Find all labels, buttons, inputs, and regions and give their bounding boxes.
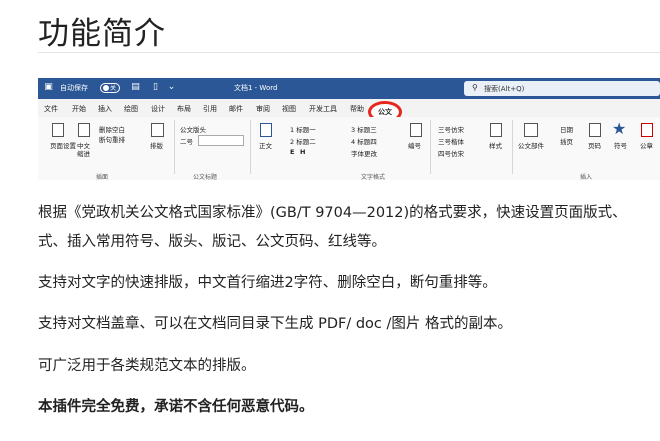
numbering-label: 编号 bbox=[408, 142, 421, 150]
font-size-select[interactable] bbox=[198, 135, 244, 146]
tab-review[interactable]: 审阅 bbox=[256, 104, 270, 114]
page-setup-label: 页面设置 bbox=[50, 142, 76, 150]
tab-developer[interactable]: 开发工具 bbox=[309, 104, 337, 114]
layout-label: 排版 bbox=[150, 142, 163, 150]
paragraph-4: 可广泛用于各类规范文本的排版。 bbox=[38, 358, 256, 374]
break-lines-button[interactable]: 断句重排 bbox=[99, 134, 125, 144]
heading1-button[interactable]: 1 标题一 bbox=[290, 124, 316, 134]
indent-label: 缩进 bbox=[77, 150, 90, 158]
page-number-label: 页码 bbox=[588, 142, 601, 150]
page-title: 功能简介 bbox=[38, 16, 166, 52]
save-icon[interactable]: ▤ bbox=[130, 82, 141, 93]
heading4-button[interactable]: 4 标题四 bbox=[351, 136, 377, 146]
chevron-down-icon[interactable]: ⌄ bbox=[166, 82, 177, 93]
doc-parts-label: 公文部件 bbox=[518, 142, 544, 150]
tab-layout[interactable]: 布局 bbox=[177, 104, 191, 114]
indent-icon[interactable] bbox=[78, 123, 90, 137]
group-insert-label: 插入 bbox=[580, 174, 593, 180]
group-divider bbox=[250, 120, 251, 174]
tab-mailings[interactable]: 邮件 bbox=[229, 104, 243, 114]
style-icon[interactable] bbox=[490, 123, 502, 137]
page-number-icon[interactable] bbox=[589, 123, 601, 137]
tab-design[interactable]: 设计 bbox=[151, 104, 165, 114]
tab-file[interactable]: 文件 bbox=[44, 104, 58, 114]
h-button[interactable]: H bbox=[300, 148, 305, 156]
tab-references[interactable]: 引用 bbox=[203, 104, 217, 114]
layout-icon[interactable] bbox=[151, 123, 164, 137]
group-divider bbox=[430, 120, 431, 174]
group-doc-label: 公文标题 bbox=[193, 174, 218, 180]
tab-view[interactable]: 视图 bbox=[282, 104, 296, 114]
e-button[interactable]: E bbox=[290, 148, 294, 156]
paragraph-1-cont: 式、插入常用符号、版头、版记、公文页码、红线等。 bbox=[38, 234, 386, 250]
heading2-button[interactable]: 2 标题二 bbox=[290, 136, 316, 146]
seal-icon[interactable] bbox=[641, 123, 653, 137]
font-fangsong-button[interactable]: 三号仿宋 bbox=[438, 124, 464, 134]
ribbon-panel: 页面设置 中文 缩进 删除空白 断句重排 排版 插面 公文版头 二号 公文标题 … bbox=[38, 117, 660, 180]
search-input[interactable]: ⚲ 搜索(Alt+Q) bbox=[464, 81, 660, 96]
group-divider bbox=[174, 120, 175, 174]
word-app-icon: ▣ bbox=[44, 82, 53, 92]
title-divider bbox=[38, 52, 660, 53]
paragraph-3: 支持对文档盖章、可以在文档同目录下生成 PDF/ doc /图片 格式的副本。 bbox=[38, 316, 513, 332]
doc-header-button[interactable]: 公文版头 bbox=[180, 124, 206, 134]
date-button[interactable]: 日期 bbox=[560, 124, 573, 134]
group-layout-label: 插面 bbox=[96, 174, 109, 180]
doc-parts-icon[interactable] bbox=[524, 123, 538, 137]
font-kai-button[interactable]: 三号楷体 bbox=[438, 136, 464, 146]
paragraph-1: 根据《党政机关公文格式国家标准》(GB/T 9704—2012)的格式要求，快速… bbox=[38, 205, 627, 221]
seal-label: 公章 bbox=[640, 142, 653, 150]
doc-title: 文档1 - Word bbox=[234, 84, 278, 92]
font-change-button[interactable]: 字体更改 bbox=[351, 148, 377, 158]
body-text-label: 正文 bbox=[259, 142, 272, 150]
autosave-label: 自动保存 bbox=[60, 84, 88, 92]
font-kai2-button[interactable]: 四号仿宋 bbox=[438, 148, 464, 158]
delete-space-button[interactable]: 删除空白 bbox=[99, 124, 125, 134]
search-placeholder: 搜索(Alt+Q) bbox=[484, 85, 525, 93]
tab-draw[interactable]: 绘图 bbox=[124, 104, 138, 114]
search-icon: ⚲ bbox=[472, 83, 478, 92]
group-divider bbox=[512, 120, 513, 174]
toggle-state: 关 bbox=[110, 85, 117, 92]
group-text-label: 文字格式 bbox=[361, 174, 386, 180]
stamp-button[interactable]: 插页 bbox=[560, 136, 573, 146]
heading3-button[interactable]: 3 标题三 bbox=[351, 124, 377, 134]
paragraph-2: 支持对文字的快速排版，中文首行缩进2字符、删除空白，断句重排等。 bbox=[38, 275, 497, 291]
style-label: 样式 bbox=[489, 142, 502, 150]
document-icon[interactable]: ▯ bbox=[150, 82, 161, 93]
secondary-size: 二号 bbox=[180, 138, 193, 146]
star-icon[interactable]: ★ bbox=[612, 119, 626, 138]
numbering-icon[interactable] bbox=[410, 123, 422, 137]
tab-home[interactable]: 开始 bbox=[72, 104, 86, 114]
ribbon-tabs: 文件 开始 插入 绘图 设计 布局 引用 邮件 审阅 视图 开发工具 帮助 bbox=[38, 99, 660, 117]
tab-help[interactable]: 帮助 bbox=[350, 104, 364, 114]
word-ribbon-screenshot: ▣ 自动保存 关 ▤ ▯ ⌄ 文档1 - Word ⚲ 搜索(Alt+Q) 文件… bbox=[38, 78, 660, 180]
word-titlebar: ▣ 自动保存 关 ▤ ▯ ⌄ 文档1 - Word ⚲ 搜索(Alt+Q) bbox=[38, 78, 660, 99]
paragraph-5: 本插件完全免费，承诺不含任何恶意代码。 bbox=[38, 399, 314, 415]
symbol-label: 符号 bbox=[614, 142, 627, 150]
tab-insert[interactable]: 插入 bbox=[98, 104, 112, 114]
body-text-icon[interactable] bbox=[260, 123, 272, 137]
page-setup-icon[interactable] bbox=[52, 123, 64, 137]
